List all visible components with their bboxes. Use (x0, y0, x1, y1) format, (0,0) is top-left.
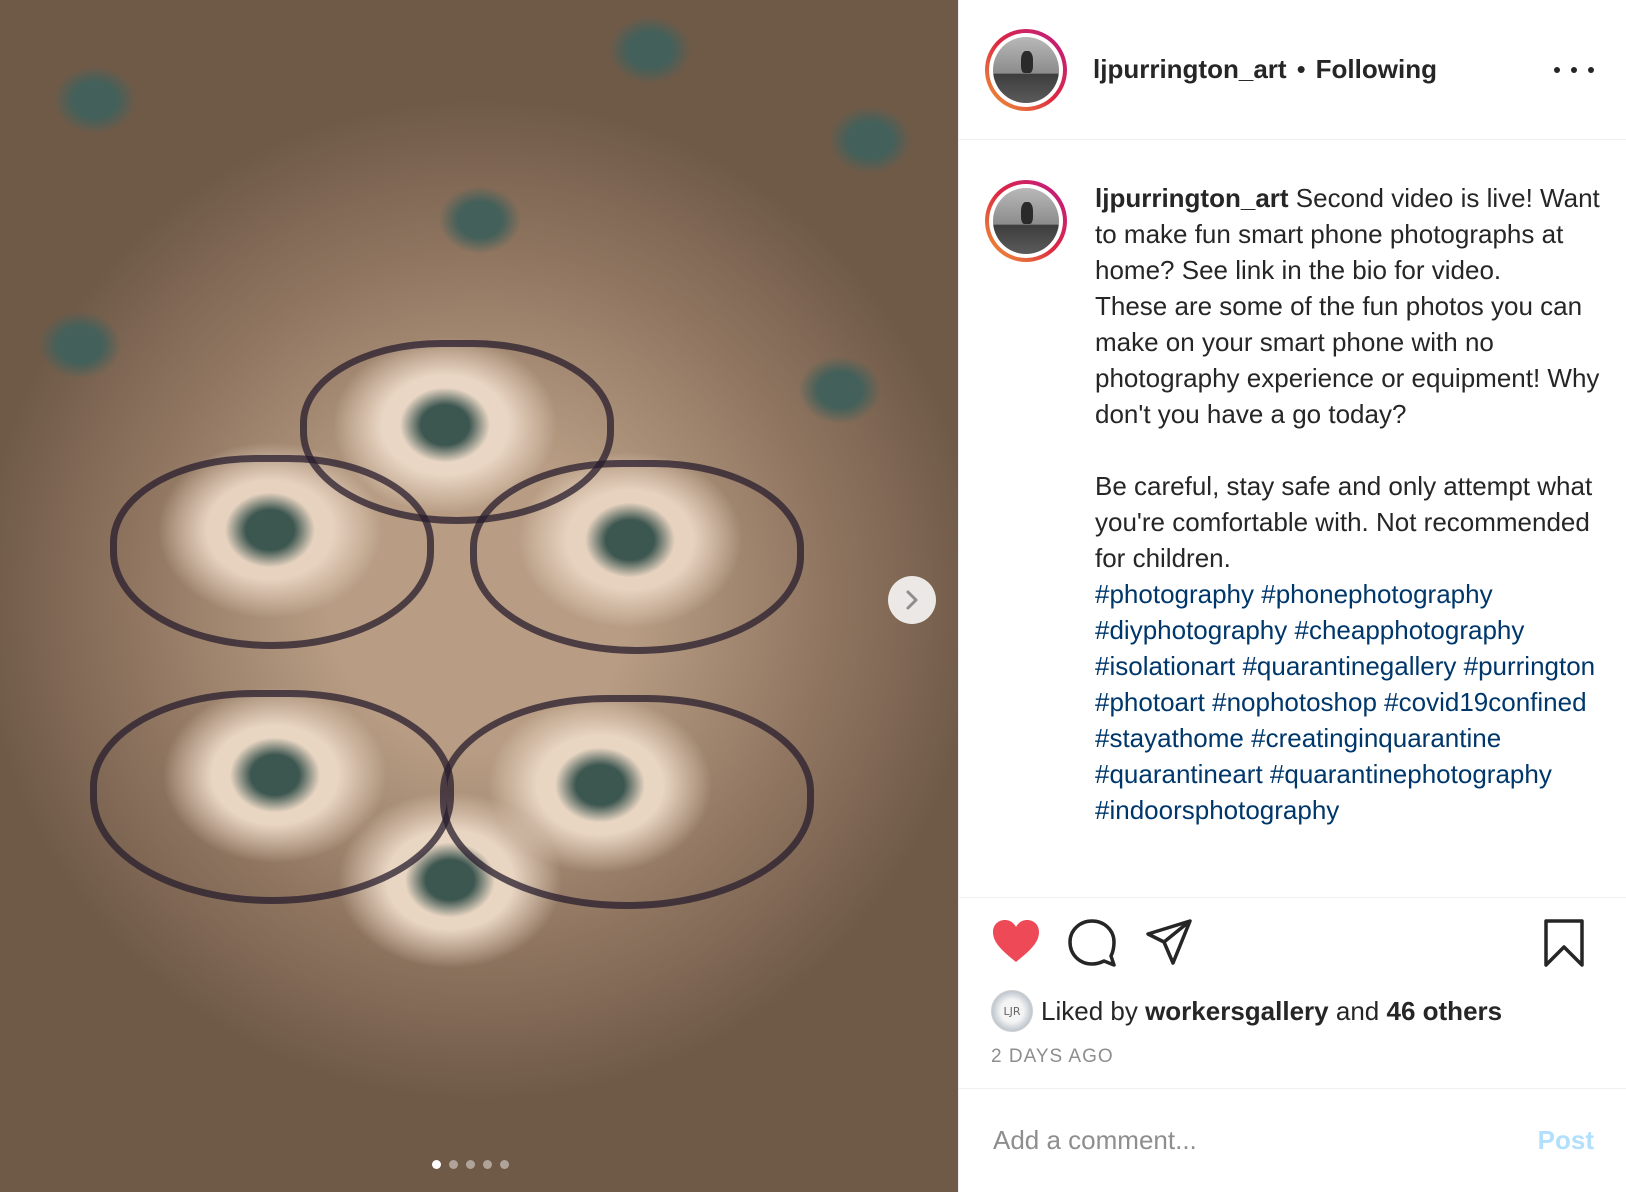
post-comment-button[interactable]: Post (1538, 1125, 1594, 1156)
hashtag-list: #photography #phonephotography #diyphoto… (1095, 576, 1600, 828)
comment-bar: Post (959, 1088, 1626, 1192)
carousel-dot (500, 1160, 509, 1169)
hashtag-link[interactable]: #photoart (1095, 687, 1205, 717)
carousel-next-button[interactable] (888, 576, 936, 624)
hashtag-link[interactable]: #quarantineart (1095, 759, 1263, 789)
heart-filled-icon[interactable] (991, 918, 1041, 964)
likes-summary: LJR Liked by workersgallery and 46 other… (991, 990, 1502, 1032)
paper-plane-icon[interactable] (1145, 918, 1193, 966)
post-header: ljpurrington_art • Following (959, 0, 1626, 140)
comment-icon[interactable] (1067, 918, 1117, 968)
caption-area: ljpurrington_art Second video is live! W… (959, 140, 1626, 898)
more-options-icon[interactable] (1554, 56, 1594, 84)
hashtag-link[interactable]: #indoorsphotography (1095, 795, 1339, 825)
bookmark-icon[interactable] (1543, 918, 1585, 968)
caption-paragraph: Be careful, stay safe and only attempt w… (1095, 471, 1593, 573)
hashtag-link[interactable]: #quarantinegallery (1242, 651, 1456, 681)
hashtag-link[interactable]: #stayathome (1095, 723, 1244, 753)
caption-text: ljpurrington_art Second video is live! W… (1095, 180, 1600, 897)
glasses-frame-shape (110, 455, 434, 649)
likes-prefix: Liked by (1041, 995, 1138, 1026)
chevron-right-icon (906, 590, 918, 610)
likes-text: Liked by workersgallery and 46 others (1041, 996, 1502, 1027)
hashtag-link[interactable]: #cheapphotography (1295, 615, 1525, 645)
caption-username[interactable]: ljpurrington_art (1095, 183, 1289, 213)
caption-avatar[interactable] (985, 180, 1067, 262)
hashtag-link[interactable]: #quarantinephotography (1270, 759, 1552, 789)
hashtag-link[interactable]: #covid19confined (1384, 687, 1586, 717)
post-image[interactable] (0, 0, 958, 1192)
avatar-border (989, 184, 1063, 258)
avatar-image (993, 188, 1059, 254)
dot-shape (1571, 67, 1577, 73)
liker-username[interactable]: workersgallery (1145, 996, 1329, 1026)
header-username[interactable]: ljpurrington_art (1093, 54, 1287, 85)
liker-avatar[interactable]: LJR (991, 990, 1033, 1032)
likes-others-link[interactable]: 46 others (1387, 996, 1503, 1026)
avatar-image (993, 36, 1059, 103)
hashtag-link[interactable]: #nophotoshop (1212, 687, 1377, 717)
likes-conjunction: and (1335, 995, 1380, 1026)
post-timestamp[interactable]: 2 DAYS AGO (991, 1046, 1114, 1068)
carousel-dot (432, 1160, 441, 1169)
caption-paragraph: These are some of the fun photos you can… (1095, 291, 1600, 429)
carousel-dot (466, 1160, 475, 1169)
post-side-panel: ljpurrington_art • Following ljpurringto… (958, 0, 1626, 1192)
following-button[interactable]: Following (1316, 54, 1437, 85)
dot-shape (1588, 67, 1594, 73)
header-separator: • (1296, 54, 1306, 84)
glasses-frame-shape (470, 460, 804, 654)
carousel-dot (483, 1160, 492, 1169)
caption-paragraph: ljpurrington_art Second video is live! W… (1095, 180, 1600, 288)
hashtag-link[interactable]: #diyphotography (1095, 615, 1287, 645)
hashtag-link[interactable]: #purrington (1464, 651, 1596, 681)
hashtag-link[interactable]: #creatinginquarantine (1251, 723, 1501, 753)
hashtag-link[interactable]: #phonephotography (1261, 579, 1492, 609)
carousel-dot (449, 1160, 458, 1169)
glasses-frame-shape (90, 690, 454, 904)
avatar[interactable] (985, 28, 1067, 111)
hashtag-link[interactable]: #photography (1095, 579, 1254, 609)
hashtag-link[interactable]: #isolationart (1095, 651, 1235, 681)
comment-input[interactable] (991, 1124, 1538, 1157)
dot-shape (1554, 67, 1560, 73)
carousel-indicator (432, 1160, 509, 1169)
post-modal: ljpurrington_art • Following ljpurringto… (0, 0, 1626, 1192)
avatar-border (989, 32, 1063, 107)
glasses-frame-shape (440, 695, 814, 909)
